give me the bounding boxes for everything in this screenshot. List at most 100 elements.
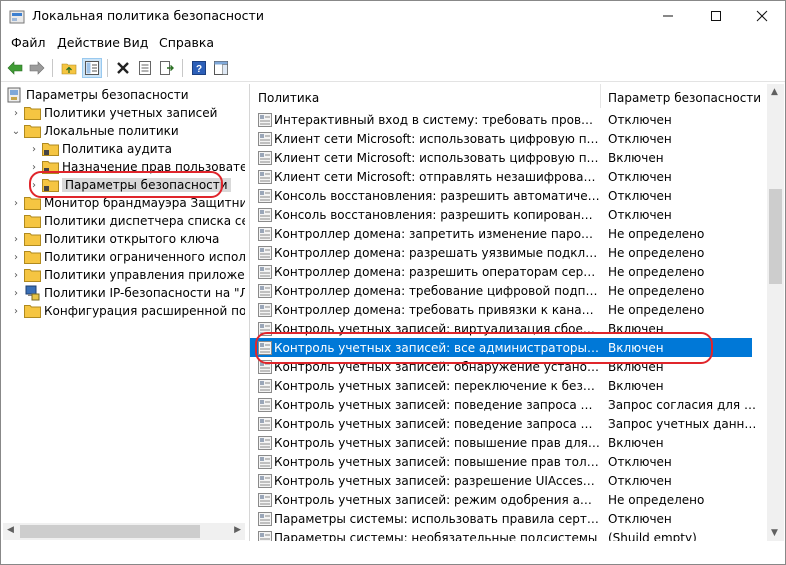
tree-item-user-rights[interactable]: › Назначение прав пользователя <box>27 158 245 176</box>
forward-arrow-icon[interactable] <box>27 58 47 78</box>
expand-chevron-icon[interactable]: › <box>27 162 41 173</box>
table-row[interactable]: Контроль учетных записей: режим одобрени… <box>250 490 768 509</box>
properties-icon[interactable] <box>135 58 155 78</box>
tree-item-applocker[interactable]: › Политики управления приложениями <box>9 266 245 284</box>
table-row[interactable]: Клиент сети Microsoft: использовать цифр… <box>250 148 768 167</box>
table-row[interactable]: Контроль учетных записей: повышение прав… <box>250 452 768 471</box>
policy-setting-icon <box>258 150 272 165</box>
policy-name: Клиент сети Microsoft: использовать цифр… <box>274 150 600 165</box>
table-row[interactable]: Параметры системы: использовать правила … <box>250 509 768 528</box>
help-icon[interactable]: ? <box>189 58 209 78</box>
tree-item-public-key[interactable]: › Политики открытого ключа <box>9 230 219 248</box>
expand-chevron-icon[interactable]: › <box>9 234 23 245</box>
scroll-right-arrow-icon[interactable]: ▶ <box>234 525 241 535</box>
tree-horizontal-scrollbar[interactable]: ◀ ▶ <box>3 523 245 540</box>
expand-chevron-icon[interactable]: › <box>9 108 23 119</box>
expand-chevron-icon[interactable]: › <box>9 252 23 263</box>
table-row[interactable]: Контроль учетных записей: все администра… <box>250 338 752 357</box>
scroll-left-arrow-icon[interactable]: ◀ <box>7 525 14 535</box>
list-vertical-scrollbar[interactable]: ▲ ▼ <box>767 84 784 541</box>
tree-root[interactable]: Параметры безопасности <box>5 86 189 104</box>
delete-icon[interactable] <box>113 58 133 78</box>
table-row[interactable]: Контроллер домена: разрешить операторам … <box>250 262 768 281</box>
folder-icon <box>23 123 41 139</box>
export-list-icon[interactable] <box>157 58 177 78</box>
tree-item-software-restriction[interactable]: › Политики ограниченного использования п… <box>9 248 245 266</box>
table-row[interactable]: Контроллер домена: разрешать уязвимые по… <box>250 243 768 262</box>
tree-item-label: Монитор брандмауэра Защитника Windows <box>44 196 245 210</box>
expand-chevron-icon[interactable]: › <box>27 180 41 191</box>
tree-item-local-policies[interactable]: ⌄ Локальные политики <box>9 122 179 140</box>
table-row[interactable]: Консоль восстановления: разрешить копиро… <box>250 205 768 224</box>
expand-chevron-icon[interactable]: › <box>9 270 23 281</box>
table-row[interactable]: Контроль учетных записей: повышение прав… <box>250 433 768 452</box>
table-row[interactable]: Параметры системы: необязательные подсис… <box>250 528 768 541</box>
expand-chevron-icon[interactable]: › <box>9 306 23 317</box>
menu-file[interactable]: Файл <box>11 35 46 50</box>
policy-value: Включен <box>608 150 664 165</box>
table-row[interactable]: Клиент сети Microsoft: отправлять незаши… <box>250 167 768 186</box>
policy-value: Отключен <box>608 188 672 203</box>
policy-value: Включен <box>608 340 664 355</box>
up-folder-icon[interactable] <box>59 58 79 78</box>
table-row[interactable]: Контроль учетных записей: поведение запр… <box>250 414 768 433</box>
tree-item-audit-policy[interactable]: › Политика аудита <box>27 140 172 158</box>
policy-list: ^ Политика Параметр безопасности Интерак… <box>249 84 785 541</box>
minimize-button[interactable] <box>645 1 691 31</box>
policy-value: Отключен <box>608 473 672 488</box>
policy-name: Консоль восстановления: разрешить автома… <box>274 188 600 203</box>
tree-item-security-options[interactable]: › Параметры безопасности <box>27 176 231 194</box>
menu-view[interactable]: Вид <box>123 35 148 50</box>
policy-name: Контроль учетных записей: разрешение UIA… <box>274 473 600 488</box>
policy-name: Контроллер домена: требование цифровой п… <box>274 283 600 298</box>
table-row[interactable]: Клиент сети Microsoft: использовать цифр… <box>250 129 768 148</box>
policy-value: Отключен <box>608 511 672 526</box>
policy-name: Контроллер домена: запретить изменение п… <box>274 226 600 241</box>
column-header-policy[interactable]: Политика <box>258 91 319 105</box>
back-arrow-icon[interactable] <box>5 58 25 78</box>
tree-item-label: Параметры безопасности <box>62 178 231 192</box>
list-rows: Интерактивный вход в систему: требовать … <box>250 110 768 541</box>
show-hide-tree-icon[interactable] <box>82 58 102 78</box>
policy-setting-icon <box>258 454 272 469</box>
expand-chevron-icon[interactable]: › <box>9 198 23 209</box>
table-row[interactable]: Контроллер домена: требовать привязки к … <box>250 300 768 319</box>
expand-chevron-icon[interactable]: › <box>27 144 41 155</box>
table-row[interactable]: Консоль восстановления: разрешить автома… <box>250 186 768 205</box>
expand-chevron-icon[interactable]: › <box>9 288 23 299</box>
maximize-button[interactable] <box>693 1 739 31</box>
tree-item-network-list[interactable]: Политики диспетчера списка сетей <box>9 212 245 230</box>
table-row[interactable]: Интерактивный вход в систему: требовать … <box>250 110 768 129</box>
table-row[interactable]: Контроль учетных записей: переключение к… <box>250 376 768 395</box>
tree-item-firewall[interactable]: › Монитор брандмауэра Защитника Windows <box>9 194 245 212</box>
menu-help[interactable]: Справка <box>159 35 214 50</box>
tree-item-label: Политика аудита <box>62 142 172 156</box>
folder-icon <box>23 231 41 247</box>
console-pane-icon[interactable] <box>211 58 231 78</box>
table-row[interactable]: Контроль учетных записей: виртуализация … <box>250 319 768 338</box>
security-settings-icon <box>5 87 23 103</box>
table-row[interactable]: Контроллер домена: требование цифровой п… <box>250 281 768 300</box>
table-row[interactable]: Контроль учетных записей: обнаружение ус… <box>250 357 768 376</box>
table-row[interactable]: Контроллер домена: запретить изменение п… <box>250 224 768 243</box>
tree-item-account-policies[interactable]: › Политики учетных записей <box>9 104 217 122</box>
column-header-setting[interactable]: Параметр безопасности <box>608 91 761 105</box>
table-row[interactable]: Контроль учетных записей: поведение запр… <box>250 395 768 414</box>
scroll-thumb[interactable] <box>20 525 200 538</box>
folder-icon <box>23 105 41 121</box>
close-button[interactable] <box>739 1 785 31</box>
scroll-thumb[interactable] <box>769 189 782 284</box>
collapse-chevron-icon[interactable]: ⌄ <box>9 126 23 137</box>
menu-action[interactable]: Действие <box>57 35 120 50</box>
scroll-up-arrow-icon[interactable]: ▲ <box>771 87 778 97</box>
policy-name: Контроллер домена: разрешить операторам … <box>274 264 600 279</box>
scroll-down-arrow-icon[interactable]: ▼ <box>771 528 778 538</box>
tree-item-label: Политики открытого ключа <box>44 232 220 246</box>
table-row[interactable]: Контроль учетных записей: разрешение UIA… <box>250 471 768 490</box>
policy-name: Клиент сети Microsoft: отправлять незаши… <box>274 169 600 184</box>
ipsec-policy-icon <box>23 285 41 301</box>
tree-item-advanced-audit[interactable]: › Конфигурация расширенной политики ауди… <box>9 302 245 320</box>
toolbar: ? <box>1 55 785 82</box>
tree-item-ipsec[interactable]: › Политики IP-безопасности на "Локальный… <box>9 284 245 302</box>
policy-name: Контроллер домена: требовать привязки к … <box>274 302 600 317</box>
